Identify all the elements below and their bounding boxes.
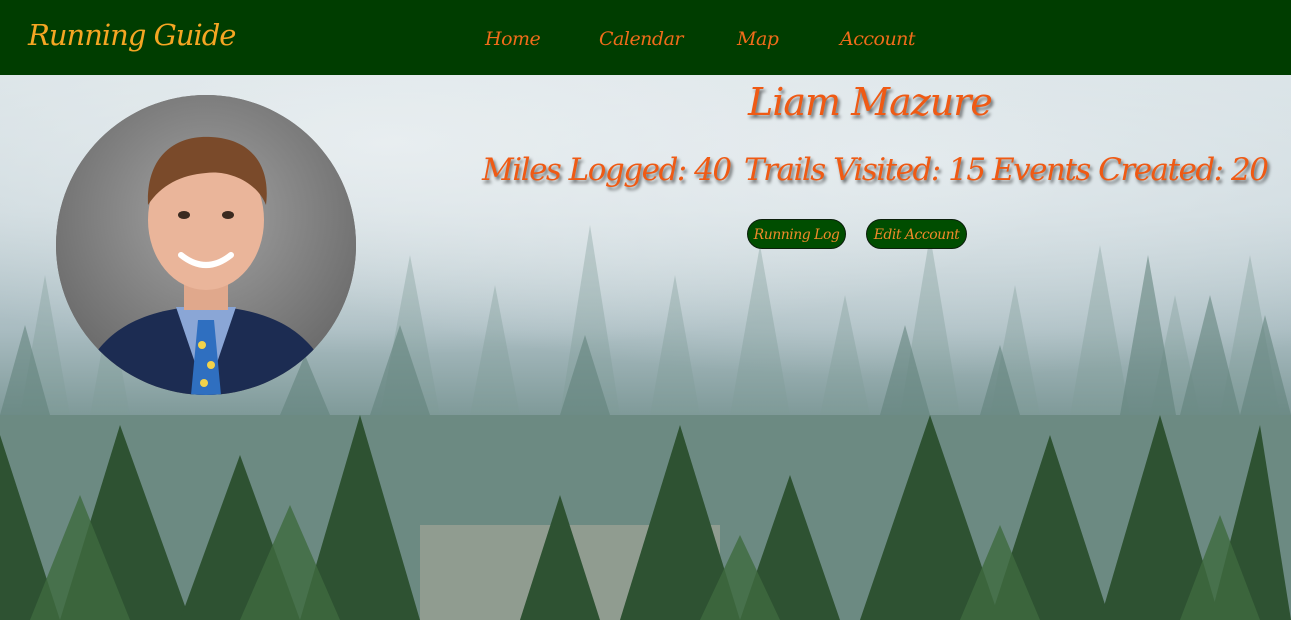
person-portrait-image [56, 95, 356, 395]
running-log-button[interactable]: Running Log [747, 219, 846, 249]
profile-avatar [56, 95, 356, 395]
nav-link-home[interactable]: Home [485, 28, 541, 50]
pine-trees-illustration [0, 415, 1291, 620]
stat-trails-visited: Trails Visited: 15 [744, 152, 986, 188]
edit-account-button[interactable]: Edit Account [866, 219, 967, 249]
nav-link-map[interactable]: Map [737, 28, 779, 50]
foreground-forest [0, 415, 1291, 620]
nav-link-calendar[interactable]: Calendar [599, 28, 684, 50]
brand-title[interactable]: Running Guide [28, 18, 236, 52]
profile-name: Liam Mazure [748, 80, 993, 124]
nav-link-account[interactable]: Account [840, 28, 916, 50]
top-navbar: Running Guide Home Calendar Map Account [0, 0, 1291, 75]
stat-miles-logged: Miles Logged: 40 [482, 152, 732, 188]
stat-events-created: Events Created: 20 [992, 152, 1269, 188]
